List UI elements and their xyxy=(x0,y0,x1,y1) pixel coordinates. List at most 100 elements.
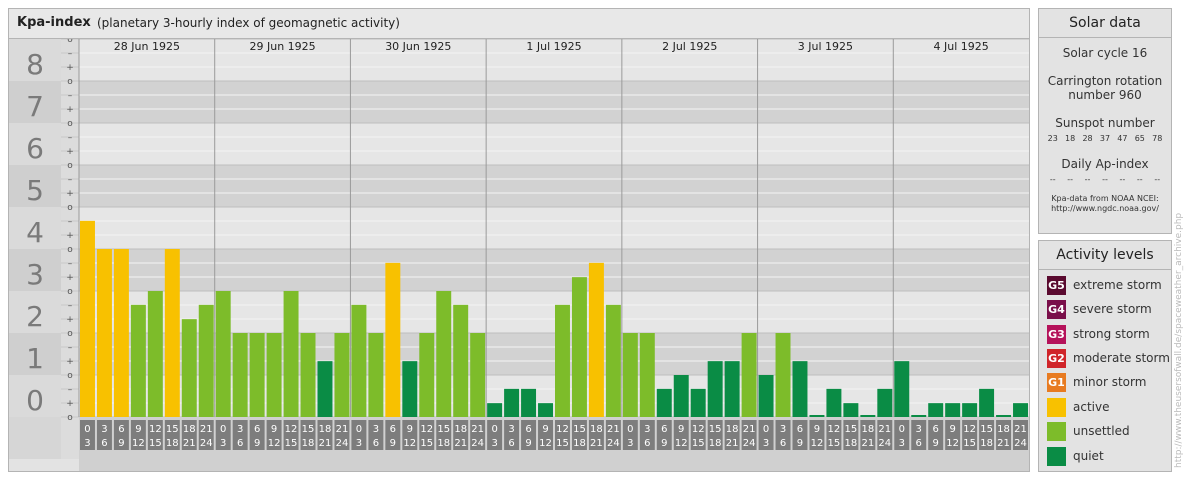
legend-item-moderate-storm: G2 moderate storm xyxy=(1047,348,1170,368)
interval-start-label: 12 xyxy=(963,424,976,435)
interval-end-label: 9 xyxy=(390,438,396,449)
interval-end-label: 21 xyxy=(997,438,1010,449)
kp-bar xyxy=(368,333,384,417)
chart-subtitle: (planetary 3-hourly index of geomagnetic… xyxy=(97,16,400,30)
ap-index-values: -- -- -- -- -- -- -- xyxy=(1039,175,1171,184)
kp-bar xyxy=(911,415,927,417)
kp-bar xyxy=(402,361,418,417)
minor-tick-label: + xyxy=(66,105,74,115)
legend-label: quiet xyxy=(1073,449,1104,463)
sunspot-value: 18 xyxy=(1065,134,1076,143)
interval-start-label: 18 xyxy=(183,424,196,435)
kp-bar xyxy=(775,333,791,417)
minor-tick-label: o xyxy=(67,119,73,129)
interval-end-label: 18 xyxy=(980,438,993,449)
minor-tick-label: o xyxy=(67,371,73,381)
kp-bar xyxy=(979,388,995,417)
interval-end-label: 21 xyxy=(183,438,196,449)
interval-end-label: 18 xyxy=(166,438,179,449)
kp-bar xyxy=(1013,403,1028,417)
kp-bar xyxy=(164,249,180,417)
kp-bar xyxy=(928,403,944,417)
kp-bar xyxy=(232,333,248,417)
interval-start-label: 18 xyxy=(726,424,739,435)
interval-start-label: 12 xyxy=(149,424,162,435)
interval-end-label: 6 xyxy=(373,438,379,449)
interval-start-label: 21 xyxy=(336,424,349,435)
kp-bar xyxy=(639,333,655,417)
minor-tick-label: – xyxy=(68,133,73,143)
kp-bar xyxy=(385,262,401,417)
interval-end-label: 3 xyxy=(627,438,633,449)
interval-start-label: 0 xyxy=(491,424,497,435)
minor-tick-label: o xyxy=(67,161,73,171)
kp-bar xyxy=(605,304,621,417)
legend-item-extreme-storm: G5 extreme storm xyxy=(1047,275,1162,295)
interval-end-label: 9 xyxy=(118,438,124,449)
kp-bar xyxy=(317,361,333,417)
kp-bar xyxy=(792,361,808,417)
legend-swatch: G5 xyxy=(1047,275,1066,295)
interval-start-label: 21 xyxy=(1014,424,1027,435)
minor-tick-label: – xyxy=(68,49,73,59)
activity-levels-title: Activity levels xyxy=(1039,241,1171,270)
legend-label: active xyxy=(1073,400,1110,414)
solar-data-title: Solar data xyxy=(1039,9,1171,38)
interval-end-label: 12 xyxy=(268,438,281,449)
interval-start-label: 21 xyxy=(878,424,891,435)
legend-item-quiet: quiet xyxy=(1047,446,1104,466)
interval-end-label: 21 xyxy=(319,438,332,449)
legend-item-severe-storm: G4 severe storm xyxy=(1047,299,1152,319)
kp-bar xyxy=(741,333,757,417)
kp-bar xyxy=(215,291,231,417)
background-band xyxy=(79,249,1029,291)
minor-tick-label: o xyxy=(67,245,73,255)
interval-end-label: 9 xyxy=(661,438,667,449)
interval-end-label: 12 xyxy=(946,438,959,449)
kp-bar xyxy=(334,333,350,417)
background-band xyxy=(79,123,1029,165)
noaa-note-line1: Kpa-data from NOAA NCEI: xyxy=(1051,194,1159,203)
kp-bar xyxy=(877,388,893,417)
interval-start-label: 21 xyxy=(607,424,620,435)
sunspot-value: 78 xyxy=(1152,134,1163,143)
ap-value: -- xyxy=(1084,175,1091,184)
y-tick-label: 3 xyxy=(26,258,44,291)
interval-end-label: 12 xyxy=(403,438,416,449)
minor-tick-label: o xyxy=(67,413,73,423)
interval-end-label: 21 xyxy=(861,438,874,449)
interval-start-label: 9 xyxy=(814,424,820,435)
kp-bar xyxy=(690,388,706,417)
interval-start-label: 6 xyxy=(390,424,396,435)
day-label: 28 Jun 1925 xyxy=(114,40,180,53)
legend-item-minor-storm: G1 minor storm xyxy=(1047,372,1146,392)
day-label: 2 Jul 1925 xyxy=(662,40,717,53)
interval-start-label: 0 xyxy=(356,424,362,435)
minor-tick-label: o xyxy=(67,203,73,213)
interval-start-label: 9 xyxy=(135,424,141,435)
interval-start-label: 0 xyxy=(627,424,633,435)
interval-end-label: 24 xyxy=(1014,438,1027,449)
ap-value: -- xyxy=(1049,175,1056,184)
y-tick-label: 5 xyxy=(26,174,44,207)
interval-start-label: 3 xyxy=(916,424,922,435)
interval-end-label: 12 xyxy=(132,438,145,449)
minor-tick-label: o xyxy=(67,77,73,87)
kpa-chart-panel: 0123456789o+–o+–o+–o+–o+–o+–o+–o+–o+–o28… xyxy=(8,8,1030,472)
minor-tick-label: + xyxy=(66,63,74,73)
minor-tick-label: – xyxy=(68,343,73,353)
minor-tick-label: – xyxy=(68,385,73,395)
kp-bar xyxy=(249,333,265,417)
noaa-link[interactable]: http://www.ngdc.noaa.gov/ xyxy=(1039,204,1171,214)
interval-end-label: 9 xyxy=(797,438,803,449)
interval-start-label: 3 xyxy=(237,424,243,435)
interval-start-label: 12 xyxy=(285,424,298,435)
background-band xyxy=(79,81,1029,123)
interval-end-label: 15 xyxy=(692,438,705,449)
interval-start-label: 3 xyxy=(780,424,786,435)
interval-end-label: 18 xyxy=(437,438,450,449)
interval-end-label: 6 xyxy=(916,438,922,449)
carrington-rotation-line2: number 960 xyxy=(1068,88,1142,102)
interval-start-label: 6 xyxy=(254,424,260,435)
sunspot-value: 37 xyxy=(1099,134,1111,143)
